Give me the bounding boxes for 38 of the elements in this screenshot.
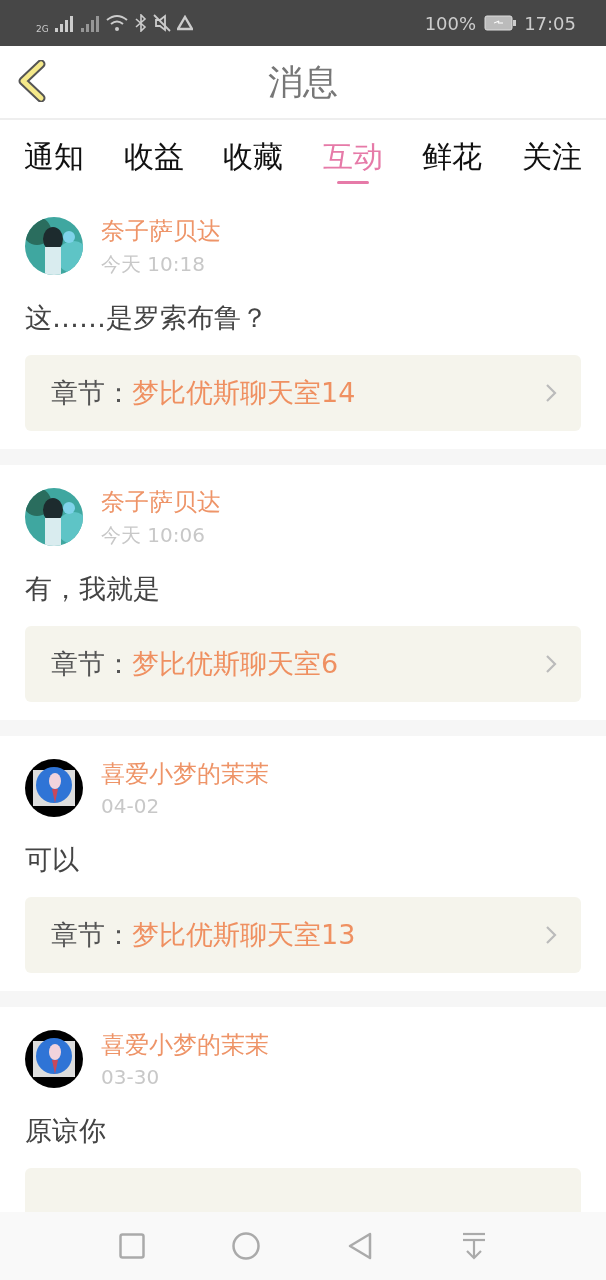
tab[interactable]: 关注 [521,120,582,194]
mute-icon [152,14,171,32]
pull-down-icon [461,1232,487,1260]
chevron-right-icon [545,383,557,403]
chapter-label: 章节： [51,647,132,681]
message-text: 有，我就是 [25,572,161,606]
tab[interactable]: 鲜花 [422,120,483,194]
battery-percent: 100% [424,12,477,34]
wifi-icon [104,14,129,32]
chapter-link[interactable]: 章节：梦比优斯聊天室13 [25,897,581,973]
page-title: 消息 [268,60,338,104]
message-text: 可以 [25,843,80,877]
tab[interactable]: 收藏 [223,120,284,194]
bluetooth-icon [134,14,147,32]
message-text: 原谅你 [25,1114,107,1148]
triangle-icon [347,1232,373,1260]
tab[interactable]: 通知 [24,120,84,194]
battery-icon [484,15,517,31]
chapter-label: 章节： [51,918,132,952]
circle-icon [232,1232,260,1260]
chapter-label: 章节： [51,376,132,410]
back-chevron-icon [17,60,47,102]
message-text: 这……是罗索布鲁？ [25,301,269,335]
chapter-title: 梦比优斯聊天室13 [132,918,357,952]
clock-time: 17:05 [524,12,576,34]
tab[interactable]: 收益 [123,120,184,194]
network-type: 2G [36,24,49,34]
chevron-right-icon [545,654,557,674]
chevron-right-icon [545,925,557,945]
chapter-link[interactable]: 章节：梦比优斯聊天室14 [25,355,581,431]
chapter-title: 梦比优斯聊天室14 [132,376,357,410]
warning-icon [176,15,193,31]
home-button[interactable] [230,1230,262,1262]
chapter-title: 梦比优斯聊天室6 [132,647,340,681]
signal-icon [54,14,99,32]
chapter-link[interactable]: 章节：梦比优斯聊天室6 [25,626,581,702]
recent-apps-button[interactable] [116,1230,148,1262]
square-icon [119,1233,145,1259]
